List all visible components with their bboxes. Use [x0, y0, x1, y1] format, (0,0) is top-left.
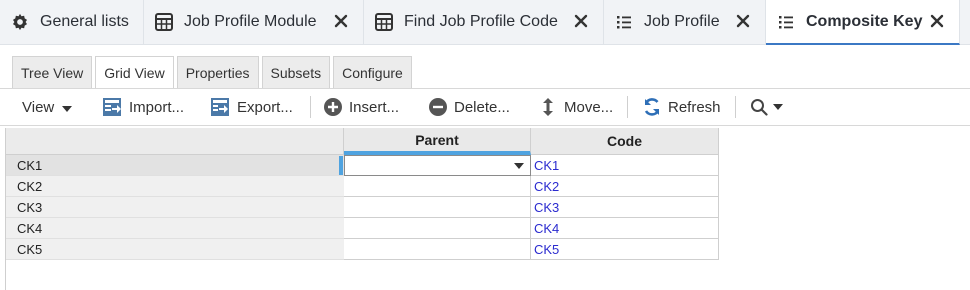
tab-job-profile-module[interactable]: Job Profile Module: [144, 0, 364, 44]
export-label: Export...: [237, 98, 293, 116]
view-menu-button[interactable]: View: [22, 89, 73, 125]
import-button[interactable]: Import...: [103, 89, 184, 125]
tab-composite-key[interactable]: Composite Key: [766, 0, 960, 45]
view-label: View: [22, 98, 55, 116]
tab-grid-view[interactable]: Grid View: [95, 56, 174, 88]
toolbar-divider: [627, 96, 628, 118]
view-tabs: Tree View Grid View Properties Subsets C…: [12, 56, 415, 88]
delete-label: Delete...: [454, 98, 510, 116]
gear-icon: [10, 12, 30, 32]
plus-circle-icon: [323, 97, 343, 117]
list-icon: [614, 12, 634, 32]
minus-circle-icon: [428, 97, 448, 117]
tab-label: General lists: [40, 13, 129, 30]
refresh-label: Refresh: [668, 98, 721, 116]
tab-general-lists[interactable]: General lists: [0, 0, 144, 44]
column-header-parent[interactable]: Parent: [344, 128, 531, 155]
tab-label: Job Profile Module: [184, 13, 317, 30]
toolbar-divider: [735, 96, 736, 118]
row-label[interactable]: CK3: [6, 197, 344, 218]
close-icon[interactable]: [571, 11, 591, 31]
move-vertical-icon: [538, 97, 558, 117]
caret-down-icon: [773, 104, 783, 110]
close-icon[interactable]: [733, 11, 753, 31]
row-label[interactable]: CK2: [6, 176, 344, 197]
data-grid: Parent Code CK1 CK1 CK2 CK2 CK3 CK3 CK4 …: [5, 128, 970, 290]
row-label[interactable]: CK1: [6, 155, 344, 176]
tab-find-job-profile-code[interactable]: Find Job Profile Code: [364, 0, 604, 44]
refresh-button[interactable]: Refresh: [642, 89, 721, 125]
tab-strip: General lists Job Profile Module Find Jo…: [0, 0, 970, 45]
tab-subsets[interactable]: Subsets: [261, 56, 331, 88]
tab-label: Composite Key: [806, 12, 923, 30]
tab-properties[interactable]: Properties: [176, 56, 259, 88]
insert-label: Insert...: [349, 98, 400, 116]
export-button[interactable]: Export...: [211, 89, 293, 125]
toolbar: View Import... Export... Insert... Delet…: [0, 88, 970, 126]
grid-corner-header: [6, 128, 344, 155]
close-icon[interactable]: [927, 11, 947, 31]
code-cell[interactable]: CK2: [531, 176, 719, 197]
list-icon: [776, 12, 796, 32]
table-icon: [154, 12, 174, 32]
search-icon: [750, 98, 768, 116]
code-cell[interactable]: CK5: [531, 239, 719, 260]
toolbar-divider: [310, 96, 311, 118]
parent-cell[interactable]: [344, 176, 531, 197]
row-label[interactable]: CK5: [6, 239, 344, 260]
tab-job-profile[interactable]: Job Profile: [604, 0, 766, 44]
insert-button[interactable]: Insert...: [323, 89, 399, 125]
parent-dropdown[interactable]: [344, 155, 531, 176]
row-label[interactable]: CK4: [6, 218, 344, 239]
code-cell[interactable]: CK4: [531, 218, 719, 239]
move-button[interactable]: Move...: [538, 89, 613, 125]
close-icon[interactable]: [331, 11, 351, 31]
code-cell[interactable]: CK3: [531, 197, 719, 218]
tab-label: Find Job Profile Code: [404, 13, 558, 30]
export-icon: [211, 97, 231, 117]
tab-configure[interactable]: Configure: [333, 56, 412, 88]
code-cell[interactable]: CK1: [531, 155, 719, 176]
parent-cell[interactable]: [344, 218, 531, 239]
tab-tree-view[interactable]: Tree View: [12, 56, 93, 88]
move-label: Move...: [564, 98, 614, 116]
search-menu-button[interactable]: [750, 89, 783, 125]
delete-button[interactable]: Delete...: [428, 89, 510, 125]
import-label: Import...: [129, 98, 185, 116]
column-header-code[interactable]: Code: [531, 128, 719, 155]
import-icon: [103, 97, 123, 117]
parent-cell[interactable]: [344, 239, 531, 260]
table-icon: [374, 12, 394, 32]
tab-label: Job Profile: [644, 13, 720, 30]
row-selection-marker: [339, 156, 343, 175]
caret-down-icon: [62, 99, 73, 116]
refresh-icon: [642, 97, 662, 117]
caret-down-icon[interactable]: [514, 163, 524, 169]
parent-cell[interactable]: [344, 197, 531, 218]
